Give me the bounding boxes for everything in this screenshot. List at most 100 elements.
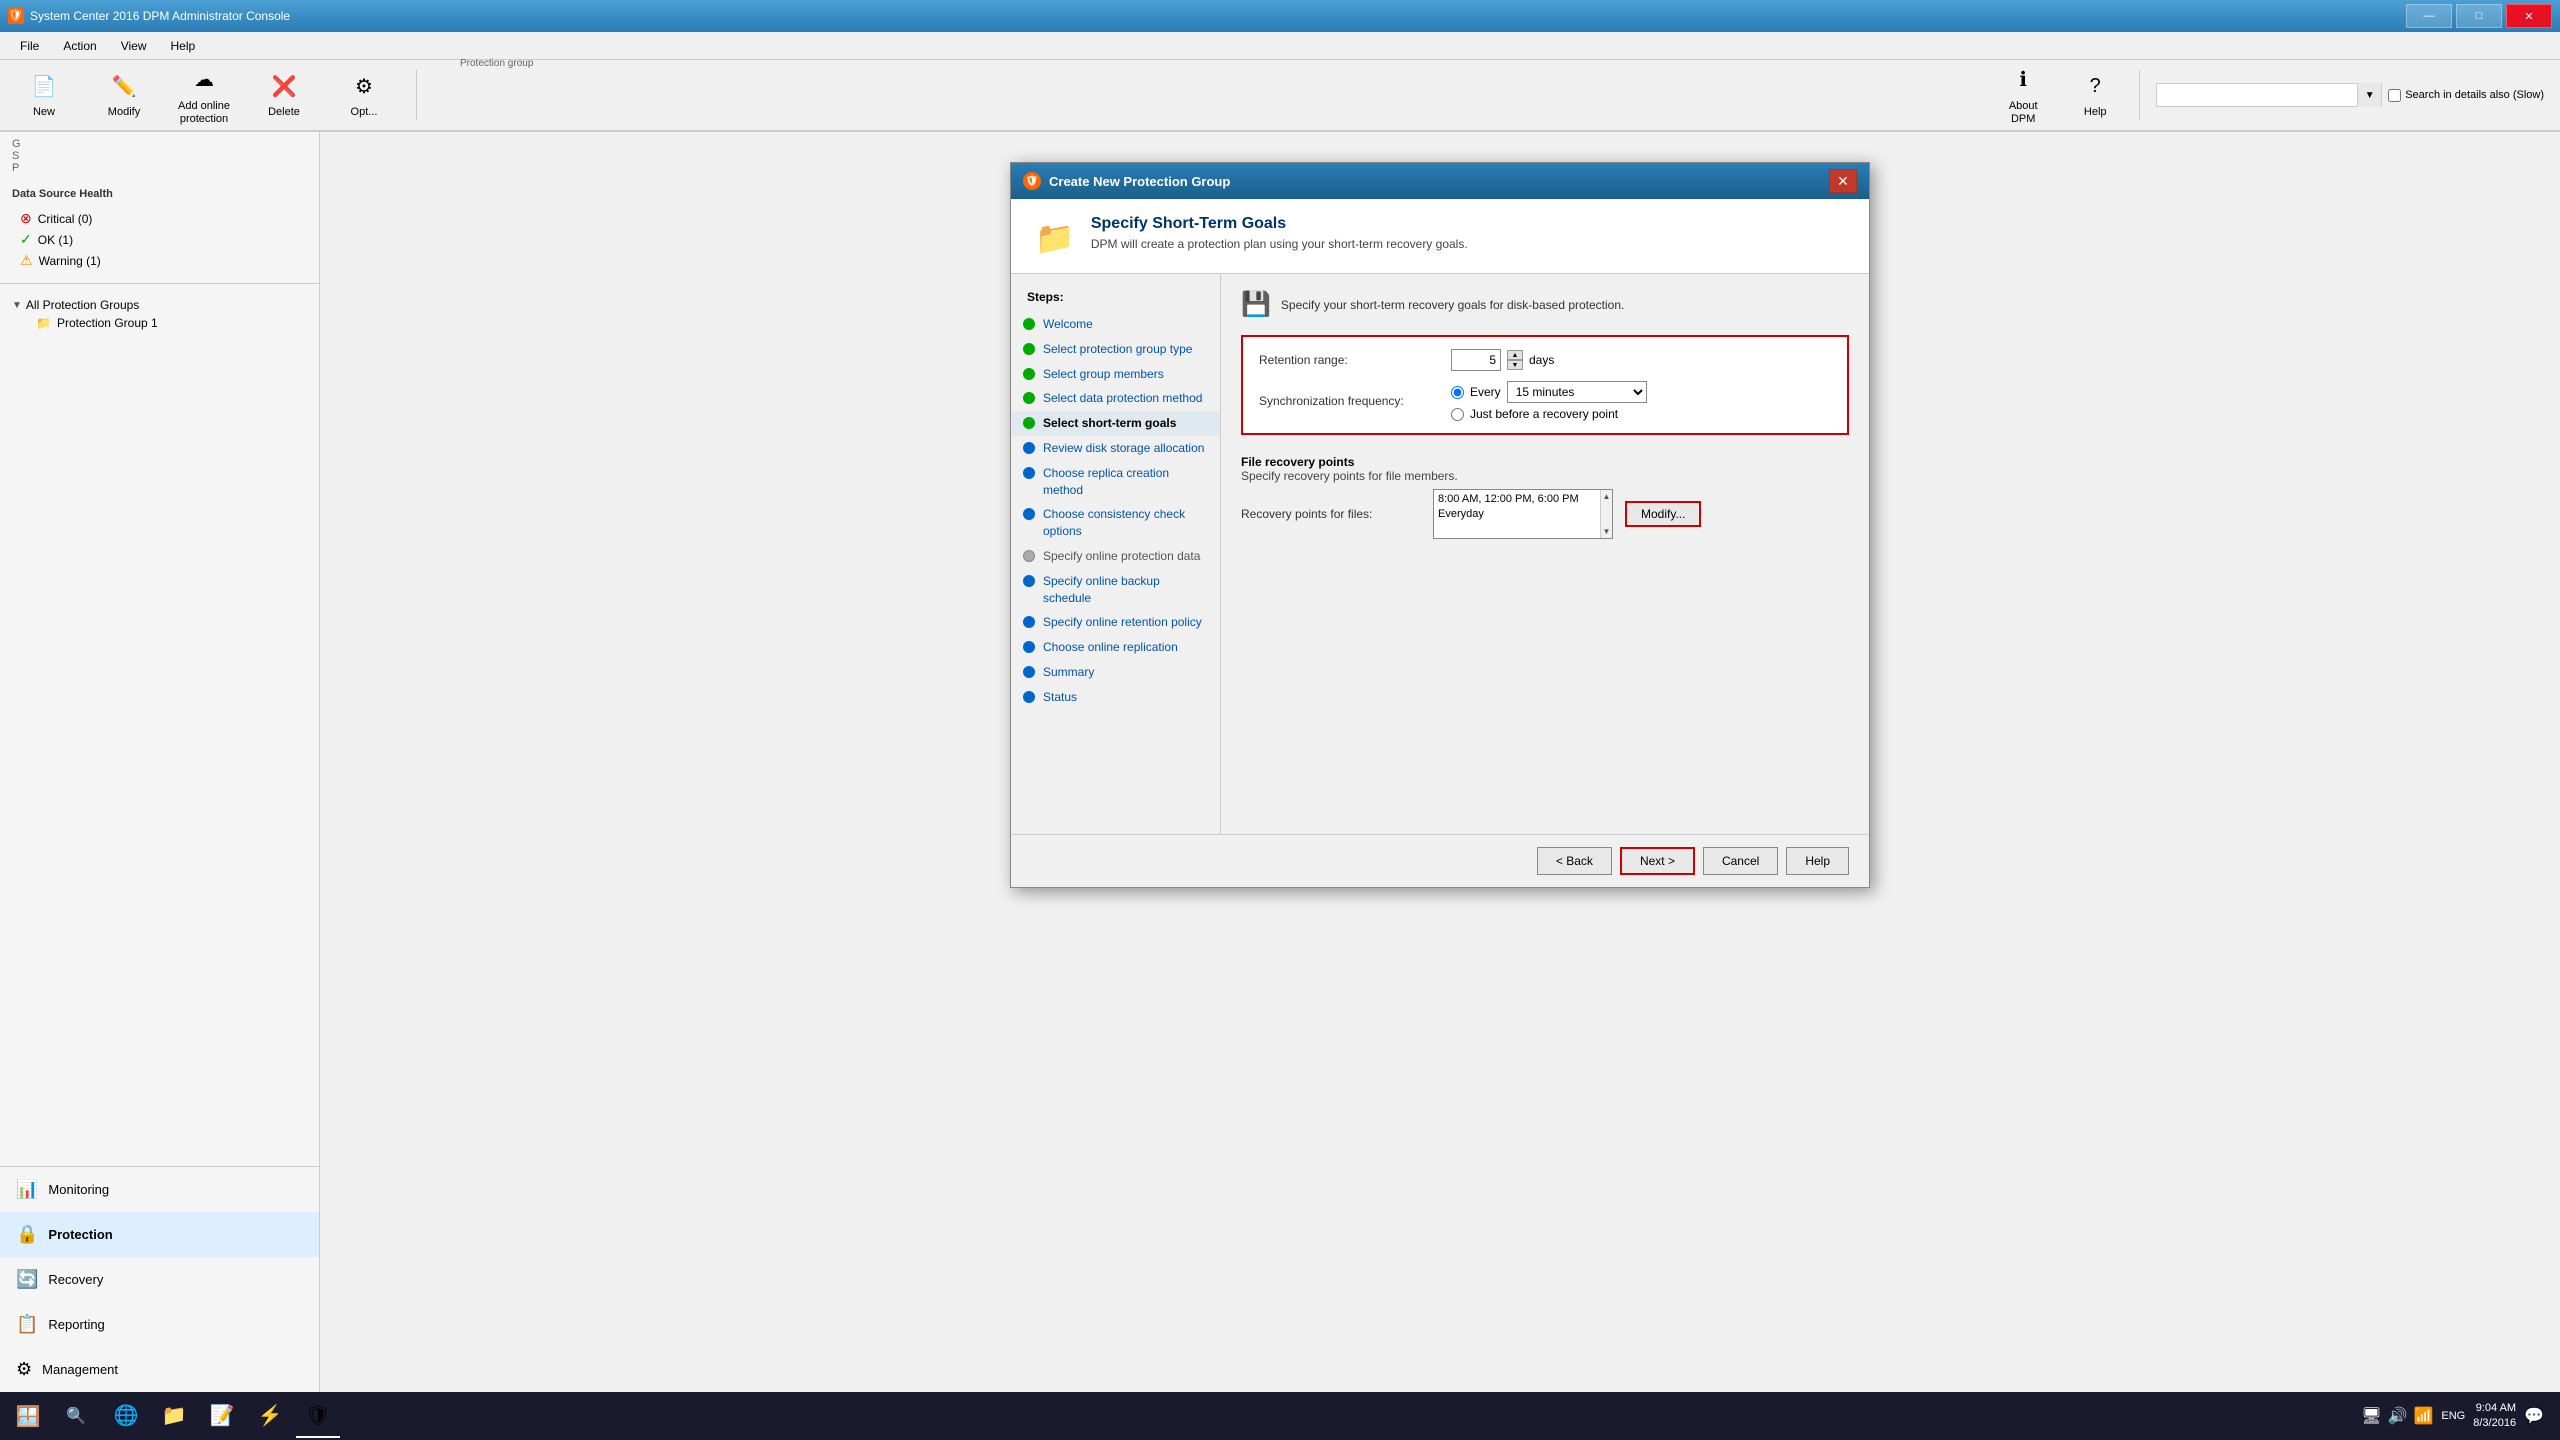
step-select-members[interactable]: Select group members: [1011, 362, 1220, 387]
menu-bar: File Action View Help: [0, 32, 2560, 60]
tree-child-label: Protection Group 1: [57, 316, 158, 330]
search-box: ▼: [2156, 83, 2382, 107]
step-bullet-online-ret: [1023, 616, 1035, 628]
cancel-button[interactable]: Cancel: [1703, 847, 1778, 875]
sync-row: Synchronization frequency: Every 15 minu…: [1259, 381, 1831, 421]
rp-label: Recovery points for files:: [1241, 507, 1421, 521]
dialog-title-bar: 🛡 Create New Protection Group ✕: [1011, 163, 1869, 199]
step-online-replication[interactable]: Choose online replication: [1011, 635, 1220, 660]
close-button[interactable]: ✕: [2506, 4, 2552, 28]
step-replica[interactable]: Choose replica creation method: [1011, 461, 1220, 503]
sidebar-placeholder: GSP: [0, 132, 319, 180]
right-panel: ...consistent. 🛡 Create New Protection G…: [320, 132, 2560, 1392]
search-dropdown-button[interactable]: ▼: [2357, 83, 2381, 107]
tray-notify-icon[interactable]: 💬: [2524, 1406, 2544, 1426]
menu-view[interactable]: View: [109, 35, 159, 57]
file-recovery-section: File recovery points Specify recovery po…: [1241, 447, 1849, 539]
nav-management[interactable]: ⚙ Management: [0, 1347, 319, 1392]
options-icon: ⚙: [348, 70, 380, 102]
retention-input[interactable]: [1451, 349, 1501, 371]
taskbar-explorer[interactable]: 📁: [152, 1394, 196, 1438]
toolbar-modify[interactable]: ✏️ Modify: [96, 70, 152, 119]
about-label: AboutDPM: [2009, 100, 2038, 126]
step-select-method[interactable]: Select data protection method: [1011, 386, 1220, 411]
menu-file[interactable]: File: [8, 35, 51, 57]
next-button[interactable]: Next >: [1620, 847, 1695, 875]
step-short-term[interactable]: Select short-term goals: [1011, 411, 1220, 436]
data-source-ok[interactable]: ✓ OK (1): [20, 229, 299, 250]
retention-spin-down[interactable]: ▼: [1507, 360, 1523, 370]
step-disk-storage[interactable]: Review disk storage allocation: [1011, 436, 1220, 461]
management-label: Management: [42, 1362, 118, 1377]
step-consistency[interactable]: Choose consistency check options: [1011, 502, 1220, 544]
step-online-schedule[interactable]: Specify online backup schedule: [1011, 569, 1220, 611]
maximize-button[interactable]: □: [2456, 4, 2502, 28]
taskbar-dpm[interactable]: 🛡: [296, 1394, 340, 1438]
dialog-close-button[interactable]: ✕: [1829, 169, 1857, 193]
data-source-critical[interactable]: ⊗ Critical (0): [20, 208, 299, 229]
tray-date: 8/3/2016: [2473, 1416, 2516, 1431]
step-label-short: Select short-term goals: [1043, 415, 1176, 432]
menu-help[interactable]: Help: [159, 35, 208, 57]
toolbar-options[interactable]: ⚙ Opt...: [336, 70, 392, 119]
start-button[interactable]: 🪟: [8, 1396, 48, 1436]
step-bullet-short: [1023, 417, 1035, 429]
step-select-type[interactable]: Select protection group type: [1011, 337, 1220, 362]
rp-scroll-down[interactable]: ▼: [1601, 525, 1613, 538]
sync-every-radio[interactable]: [1451, 386, 1464, 399]
dialog-main-content: 💾 Specify your short-term recovery goals…: [1221, 274, 1869, 834]
toolbar-delete[interactable]: ❌ Delete: [256, 70, 312, 119]
toolbar-new[interactable]: 📄 New: [16, 70, 72, 119]
taskbar-notepad[interactable]: 📝: [200, 1394, 244, 1438]
reporting-icon: 📋: [16, 1314, 38, 1335]
back-button[interactable]: < Back: [1537, 847, 1612, 875]
steps-panel: Steps: Welcome Select protection group t…: [1011, 274, 1221, 834]
step-label-online-data: Specify online protection data: [1043, 548, 1200, 565]
menu-action[interactable]: Action: [51, 35, 108, 57]
retention-row: Retention range: ▲ ▼ days: [1259, 349, 1831, 371]
dialog-body: Steps: Welcome Select protection group t…: [1011, 274, 1869, 834]
modify-button[interactable]: Modify...: [1625, 501, 1701, 527]
help-button[interactable]: Help: [1786, 847, 1849, 875]
nav-reporting[interactable]: 📋 Reporting: [0, 1302, 319, 1347]
tree-root-label: All Protection Groups: [26, 298, 139, 312]
disk-protection-info: 💾 Specify your short-term recovery goals…: [1241, 290, 1849, 319]
data-source-items: ⊗ Critical (0) ✓ OK (1) ⚠ Warning (1): [0, 204, 319, 275]
step-status[interactable]: Status: [1011, 685, 1220, 710]
retention-spin-up[interactable]: ▲: [1507, 350, 1523, 360]
toolbar-add-online[interactable]: ☁ Add onlineprotection: [176, 64, 232, 126]
step-summary[interactable]: Summary: [1011, 660, 1220, 685]
step-bullet-replica: [1023, 467, 1035, 479]
search-input[interactable]: [2157, 84, 2357, 106]
nav-monitoring[interactable]: 📊 Monitoring: [0, 1167, 319, 1212]
minimize-button[interactable]: —: [2406, 4, 2452, 28]
steps-title: Steps:: [1011, 286, 1220, 312]
sync-before-rp-radio[interactable]: [1451, 408, 1464, 421]
toolbar-about[interactable]: ℹ AboutDPM: [1995, 64, 2051, 126]
tray-lang: ENG: [2441, 1410, 2465, 1422]
recovery-label: Recovery: [48, 1272, 103, 1287]
sync-every-label: Every: [1470, 385, 1501, 399]
taskbar-ie[interactable]: 🌐: [104, 1394, 148, 1438]
sync-frequency-dropdown[interactable]: 15 minutes 30 minutes 1 hour 2 hours: [1507, 381, 1647, 403]
taskbar-search-button[interactable]: 🔍: [56, 1398, 96, 1434]
step-online-retention[interactable]: Specify online retention policy: [1011, 610, 1220, 635]
nav-protection[interactable]: 🔒 Protection: [0, 1212, 319, 1257]
data-source-warning[interactable]: ⚠ Warning (1): [20, 250, 299, 271]
create-protection-group-dialog: 🛡 Create New Protection Group ✕ 📁 Specif…: [1010, 162, 1870, 888]
nav-recovery[interactable]: 🔄 Recovery: [0, 1257, 319, 1302]
warn-label: Warning (1): [39, 254, 101, 268]
step-label-online-ret: Specify online retention policy: [1043, 614, 1202, 631]
tree-protection-group-1[interactable]: 📁 Protection Group 1: [36, 314, 307, 332]
window-controls: — □ ✕: [2406, 4, 2552, 28]
step-label-welcome: Welcome: [1043, 316, 1093, 333]
rp-list-value-1: 8:00 AM, 12:00 PM, 6:00 PM: [1438, 492, 1608, 507]
search-also-input[interactable]: [2388, 89, 2401, 102]
step-welcome[interactable]: Welcome: [1011, 312, 1220, 337]
rp-scroll-up[interactable]: ▲: [1601, 490, 1613, 503]
tree-root[interactable]: ▼ All Protection Groups: [12, 296, 307, 314]
sidebar-spacer: [0, 336, 319, 1166]
step-online-data[interactable]: Specify online protection data: [1011, 544, 1220, 569]
toolbar-help[interactable]: ? Help: [2067, 70, 2123, 119]
taskbar-ps[interactable]: ⚡: [248, 1394, 292, 1438]
